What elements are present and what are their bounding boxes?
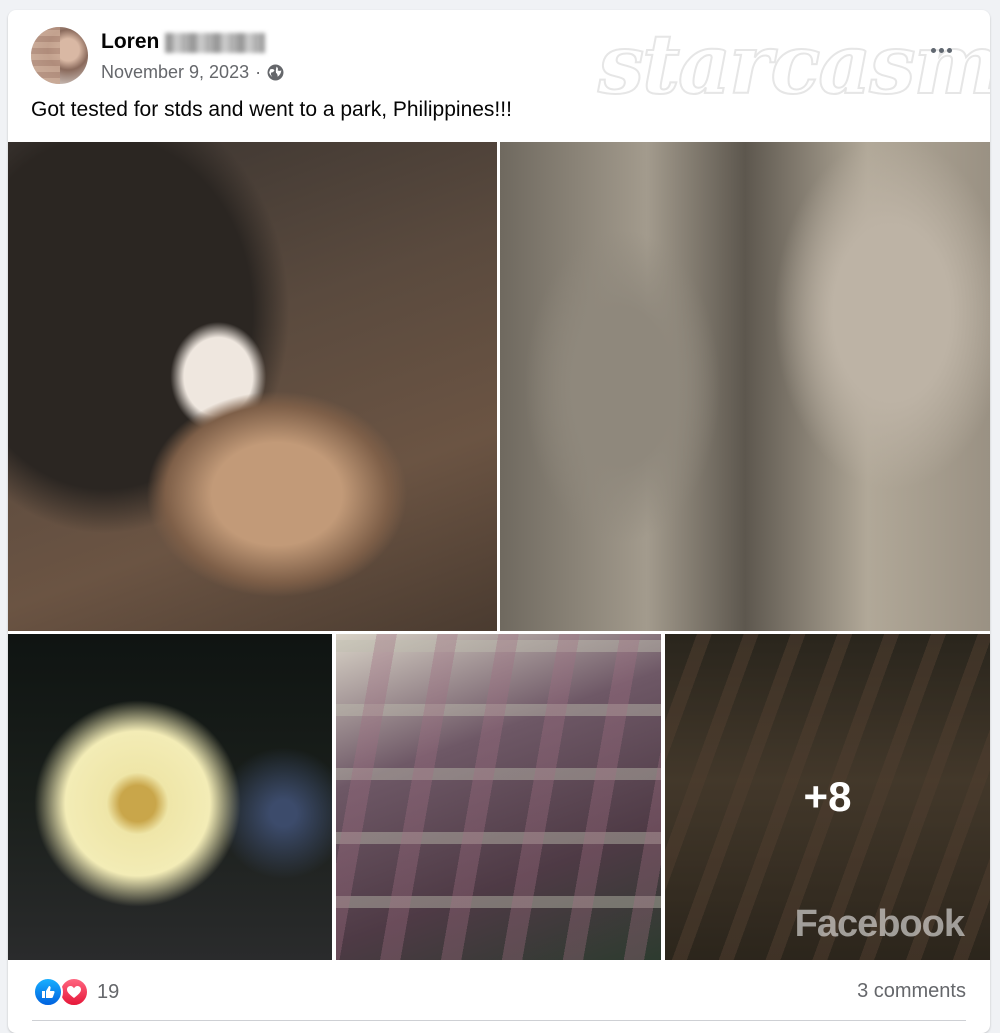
photo-cat[interactable] (8, 142, 497, 631)
photo-more-overlay[interactable]: +8 Facebook (665, 634, 990, 960)
facebook-watermark: Facebook (794, 903, 965, 945)
starcasm-watermark: starcasm (597, 17, 990, 113)
post-date[interactable]: November 9, 2023 (101, 62, 249, 83)
photo-hanging-plants[interactable] (336, 634, 661, 960)
reactions-summary[interactable]: 19 (33, 977, 119, 1007)
post-card: Loren November 9, 2023 · starcasm Got te… (8, 10, 990, 1033)
post-text: Got tested for stds and went to a park, … (31, 98, 512, 121)
author-surname-blur (165, 33, 265, 53)
photo-yellow-flower[interactable] (8, 634, 332, 960)
author-name[interactable]: Loren (101, 30, 159, 54)
post-meta: November 9, 2023 · (101, 62, 284, 83)
love-icon (59, 977, 89, 1007)
footer-divider (32, 1020, 966, 1021)
avatar[interactable] (31, 27, 88, 84)
globe-icon (267, 64, 284, 81)
more-options-icon (930, 47, 936, 53)
reaction-count: 19 (97, 980, 120, 1003)
meta-separator: · (255, 62, 262, 82)
more-options-button[interactable] (926, 40, 956, 60)
comments-link[interactable]: 3 comments (857, 980, 966, 1003)
like-icon (33, 977, 63, 1007)
photo-tree-trunk[interactable] (500, 142, 990, 631)
avatar-blur (31, 27, 60, 84)
